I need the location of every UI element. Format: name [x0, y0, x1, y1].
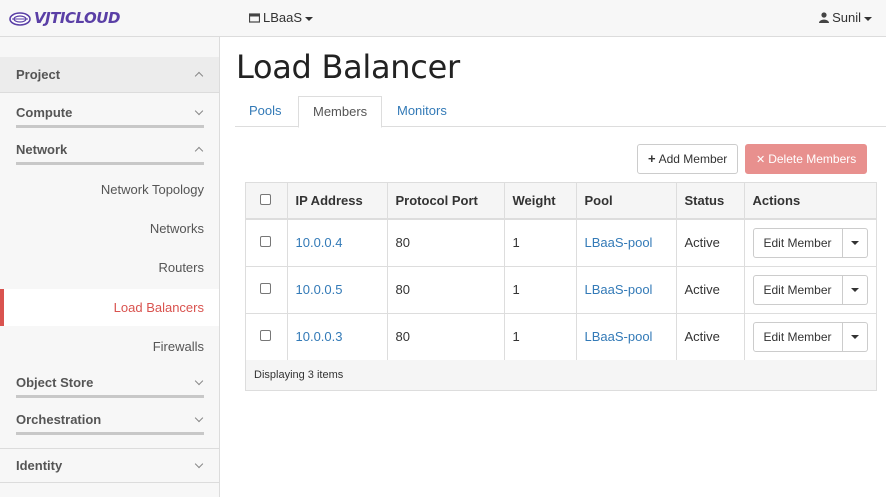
ip-address-link[interactable]: 10.0.0.3	[296, 329, 343, 344]
close-icon: ✕	[756, 154, 766, 166]
status-cell: Active	[676, 266, 745, 313]
cloud-icon	[9, 12, 31, 26]
sidebar-item-load-balancers[interactable]: Load Balancers	[114, 300, 204, 315]
edit-member-button[interactable]: Edit Member	[752, 227, 843, 258]
tab-members[interactable]: Members	[298, 96, 383, 128]
section-underline	[16, 162, 204, 165]
chevron-down-icon	[305, 16, 314, 21]
status-cell: Active	[676, 313, 745, 360]
tab-pools[interactable]: Pools	[235, 96, 296, 127]
sidebar-section-label: Orchestration	[16, 411, 102, 427]
protocol-port-cell: 80	[387, 266, 505, 313]
chevron-down-icon	[194, 376, 204, 386]
column-header[interactable]: Weight	[504, 183, 577, 220]
page-title: Load Balancer	[236, 48, 460, 86]
user-icon	[819, 12, 830, 23]
row-actions: Edit Member	[752, 321, 868, 352]
add-member-label: Add Member	[658, 152, 728, 166]
section-underline	[16, 125, 204, 128]
brand-name: VJTICLOUD	[34, 9, 120, 27]
tab-monitors[interactable]: Monitors	[383, 96, 461, 127]
sidebar-section-label: Network	[16, 141, 68, 157]
row-checkbox[interactable]	[260, 330, 271, 341]
sidebar-section-label: Identity	[16, 457, 63, 473]
select-all-checkbox[interactable]	[260, 194, 271, 205]
project-name: LBaaS	[263, 10, 303, 25]
edit-member-button[interactable]: Edit Member	[752, 321, 843, 352]
top-navbar: VJTICLOUD LBaaS Sunil	[0, 0, 886, 37]
chevron-down-icon	[850, 334, 859, 339]
delete-members-button[interactable]: ✕ Delete Members	[745, 144, 868, 174]
table-row: 10.0.0.4 80 1 LBaaS-pool Active Edit Mem…	[246, 219, 876, 266]
chevron-down-icon	[194, 459, 204, 469]
edit-member-button[interactable]: Edit Member	[752, 274, 843, 305]
weight-cell: 1	[504, 266, 577, 313]
sidebar-section-label: Compute	[16, 104, 73, 120]
chevron-up-icon	[194, 146, 204, 156]
table-row: 10.0.0.5 80 1 LBaaS-pool Active Edit Mem…	[246, 266, 876, 313]
sidebar-section-compute[interactable]: Compute	[0, 95, 219, 129]
row-actions: Edit Member	[752, 227, 868, 258]
chevron-down-icon	[194, 413, 204, 423]
user-name: Sunil	[832, 10, 861, 25]
brand-logo[interactable]: VJTICLOUD	[9, 8, 120, 28]
column-header[interactable]: Status	[676, 183, 745, 220]
project-dropdown[interactable]: LBaaS	[248, 10, 314, 25]
column-header[interactable]: Protocol Port	[387, 183, 505, 220]
row-checkbox[interactable]	[260, 236, 271, 248]
pool-link[interactable]: LBaaS-pool	[585, 329, 653, 344]
row-checkbox[interactable]	[260, 283, 271, 294]
chevron-down-icon	[850, 240, 859, 245]
protocol-port-cell: 80	[387, 313, 505, 360]
table-row: 10.0.0.3 80 1 LBaaS-pool Active Edit Mem…	[246, 313, 876, 360]
chevron-down-icon	[850, 287, 859, 292]
sidebar-item-networks[interactable]: Networks	[150, 221, 204, 236]
project-icon	[248, 13, 261, 23]
ip-address-link[interactable]: 10.0.0.5	[296, 282, 343, 297]
add-member-button[interactable]: + Add Member	[637, 144, 739, 174]
weight-cell: 1	[504, 219, 577, 266]
sidebar-section-orchestration[interactable]: Orchestration	[0, 402, 219, 436]
column-header[interactable]: IP Address	[287, 183, 388, 220]
pool-link[interactable]: LBaaS-pool	[585, 282, 653, 297]
column-header: Actions	[744, 183, 876, 220]
column-header[interactable]: Pool	[576, 183, 677, 220]
protocol-port-cell: 80	[387, 219, 505, 266]
sidebar-item-firewalls[interactable]: Firewalls	[153, 339, 204, 354]
members-table: IP Address Protocol Port Weight Pool Sta…	[245, 182, 877, 391]
actions-dropdown-toggle[interactable]	[842, 321, 868, 352]
weight-cell: 1	[504, 313, 577, 360]
section-underline	[16, 432, 204, 435]
plus-icon: +	[648, 151, 656, 166]
select-all-cell	[246, 183, 288, 220]
sidebar: Project Compute Network Network Topology…	[0, 37, 220, 497]
sidebar-section-label: Object Store	[16, 374, 94, 390]
ip-address-link[interactable]: 10.0.0.4	[296, 235, 343, 250]
chevron-up-icon	[194, 71, 204, 81]
chevron-down-icon	[194, 106, 204, 116]
divider	[0, 92, 219, 93]
table-header-row: IP Address Protocol Port Weight Pool Sta…	[246, 183, 876, 220]
sidebar-section-object-store[interactable]: Object Store	[0, 365, 219, 399]
sidebar-section-network[interactable]: Network	[0, 132, 219, 166]
sidebar-item-routers[interactable]: Routers	[158, 260, 204, 275]
delete-members-label: Delete Members	[768, 152, 857, 166]
status-cell: Active	[676, 219, 745, 266]
user-dropdown[interactable]: Sunil	[819, 10, 872, 25]
sidebar-section-project[interactable]: Project	[0, 57, 219, 92]
table-footer: Displaying 3 items	[246, 360, 876, 390]
actions-dropdown-toggle[interactable]	[842, 274, 868, 305]
row-actions: Edit Member	[752, 274, 868, 305]
chevron-down-icon	[864, 16, 872, 21]
divider	[0, 482, 219, 483]
tab-bar: Pools Members Monitors	[235, 96, 886, 128]
actions-dropdown-toggle[interactable]	[842, 227, 868, 258]
sidebar-section-label: Project	[16, 67, 61, 82]
sidebar-section-identity[interactable]: Identity	[0, 448, 219, 482]
pool-link[interactable]: LBaaS-pool	[585, 235, 653, 250]
sidebar-item-network-topology[interactable]: Network Topology	[101, 182, 204, 197]
section-underline	[16, 395, 204, 398]
